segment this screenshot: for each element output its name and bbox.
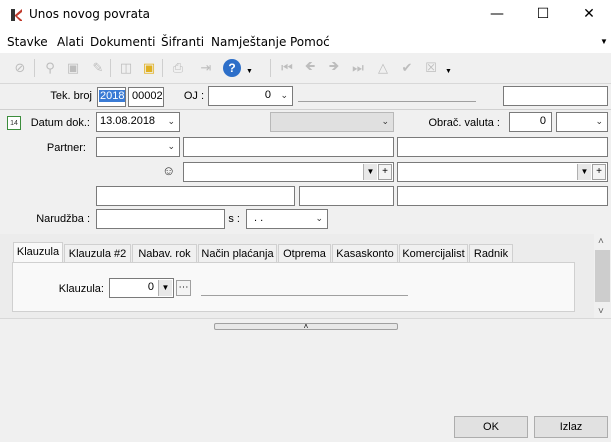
partner-label: Partner:: [46, 142, 86, 154]
scroll-up-icon[interactable]: ˄: [598, 236, 604, 247]
obrac-valuta-value: 0: [539, 115, 546, 127]
chevron-down-icon: ⌄: [381, 116, 389, 126]
dropdown-arrow-icon: ▼: [363, 164, 377, 180]
menu-sifranti[interactable]: Šifranti: [161, 35, 204, 49]
tab-nabav-rok[interactable]: Nabav. rok: [132, 244, 197, 264]
minimize-icon[interactable]: —: [474, 0, 520, 31]
help-dropdown-icon[interactable]: ▼: [246, 68, 253, 75]
tab-otprema[interactable]: Otprema: [278, 244, 331, 264]
klauzula-label: Klauzula:: [58, 283, 104, 295]
prev-icon[interactable]: 🡸: [300, 58, 320, 78]
klauzula-value: 0: [147, 281, 154, 293]
toolbar-separator: [34, 59, 35, 77]
next-icon[interactable]: 🡺: [324, 58, 344, 78]
tab-klauzula[interactable]: Klauzula: [13, 242, 63, 264]
menu-stavke[interactable]: Stavke: [7, 35, 48, 49]
help-icon[interactable]: ?: [223, 59, 241, 77]
tab-klauzula-2[interactable]: Klauzula #2: [64, 244, 131, 264]
cancel-icon[interactable]: ⊘: [10, 58, 30, 78]
splitter-handle[interactable]: ˄: [214, 323, 398, 331]
obrac-valuta-label: Obrač. valuta :: [428, 117, 500, 129]
narudzba-field[interactable]: [96, 209, 225, 229]
s-date-field[interactable]: . . ⌄: [246, 209, 328, 229]
lock-icon[interactable]: ▣: [139, 58, 159, 78]
last-icon[interactable]: ⏭: [348, 58, 368, 78]
disabled-select: ⌄: [270, 112, 394, 132]
menu-pomoc[interactable]: Pomoć: [290, 35, 330, 49]
menu-overflow-icon[interactable]: ▼: [600, 37, 608, 46]
chevron-down-icon: ⌄: [280, 90, 288, 100]
klauzula-select[interactable]: 0 ▼: [109, 278, 174, 298]
klauzula-description-line: [201, 295, 408, 296]
menu-alati[interactable]: Alati: [57, 35, 84, 49]
menu-namjestanje[interactable]: Namještanje: [211, 35, 286, 49]
tek-broj-label: Tek. broj: [50, 90, 92, 102]
edit-icon[interactable]: ✎: [88, 58, 108, 78]
tek-broj-year-field[interactable]: 2018: [97, 87, 126, 107]
calendar-icon[interactable]: 14: [7, 116, 21, 130]
header-extra-field[interactable]: [503, 86, 608, 106]
partner-name-field-2[interactable]: [397, 137, 608, 157]
close-icon[interactable]: ✕: [566, 0, 611, 31]
datum-field[interactable]: 13.08.2018 ⌄: [96, 112, 180, 132]
chevron-down-icon: ⌄: [315, 213, 323, 223]
izlaz-button[interactable]: Izlaz: [534, 416, 608, 438]
contact-select-2[interactable]: ▼ +: [397, 162, 608, 182]
clear-icon[interactable]: ☒: [421, 58, 441, 78]
oj-description-line: [298, 101, 476, 102]
header-divider: [0, 109, 611, 110]
klauzula-browse-button[interactable]: ⋯: [176, 280, 191, 296]
maximize-icon[interactable]: ☐: [520, 0, 566, 31]
obrac-valuta-field[interactable]: 0: [509, 112, 552, 132]
chevron-down-icon: ⌄: [167, 141, 175, 151]
export-icon[interactable]: ⇥: [196, 58, 216, 78]
s-label: s :: [228, 213, 240, 225]
datum-label: Datum dok.:: [30, 117, 90, 129]
scrollbar-thumb[interactable]: [595, 250, 610, 302]
add-icon[interactable]: +: [378, 164, 392, 180]
menu-dokumenti[interactable]: Dokumenti: [90, 35, 155, 49]
ok-button[interactable]: OK: [454, 416, 528, 438]
confirm-icon[interactable]: ✔: [397, 58, 417, 78]
partner-select[interactable]: ⌄: [96, 137, 180, 157]
scroll-down-icon[interactable]: ˅: [598, 306, 604, 317]
oj-label: OJ :: [183, 90, 204, 102]
oj-value: 0: [264, 89, 271, 101]
postal-field[interactable]: [299, 186, 394, 206]
save-icon[interactable]: ▣: [63, 58, 83, 78]
datum-value: 13.08.2018: [100, 115, 156, 127]
chevron-down-icon: ⌄: [167, 116, 175, 126]
toolbar-separator: [162, 59, 163, 77]
narudzba-label: Narudžba :: [36, 213, 90, 225]
tab-nacin-placanja[interactable]: Način plaćanja: [198, 244, 277, 264]
toolbar-dropdown-icon[interactable]: ▼: [445, 68, 452, 75]
first-icon[interactable]: ⏮: [277, 58, 297, 78]
valuta-select[interactable]: ⌄: [556, 112, 608, 132]
contact-select[interactable]: ▼ +: [183, 162, 394, 182]
tab-kasaskonto[interactable]: Kasaskonto: [332, 244, 398, 264]
city-field[interactable]: [397, 186, 608, 206]
search-icon[interactable]: ⚲: [40, 58, 60, 78]
delete-icon[interactable]: ◫: [116, 58, 136, 78]
chevron-down-icon: ⌄: [595, 116, 603, 126]
tek-broj-year: 2018: [99, 90, 126, 102]
toolbar-separator: [270, 59, 271, 77]
dropdown-arrow-icon: ▼: [158, 280, 172, 296]
dropdown-arrow-icon: ▼: [577, 164, 591, 180]
tek-broj-number-field[interactable]: 00002: [128, 87, 164, 107]
add-icon[interactable]: +: [592, 164, 606, 180]
partner-name-field[interactable]: [183, 137, 394, 157]
tab-radnik[interactable]: Radnik: [469, 244, 513, 264]
up-icon[interactable]: △: [373, 58, 393, 78]
print-icon[interactable]: ⎙: [168, 58, 188, 78]
app-icon: [11, 9, 22, 21]
window-title: Unos novog povrata: [29, 7, 151, 21]
toolbar-separator: [110, 59, 111, 77]
contact-person-icon[interactable]: ☺: [162, 163, 180, 179]
tab-komercijalist[interactable]: Komercijalist: [399, 244, 468, 264]
oj-select[interactable]: 0 ⌄: [208, 86, 293, 106]
s-date-value: . .: [254, 212, 264, 224]
address-field[interactable]: [96, 186, 295, 206]
